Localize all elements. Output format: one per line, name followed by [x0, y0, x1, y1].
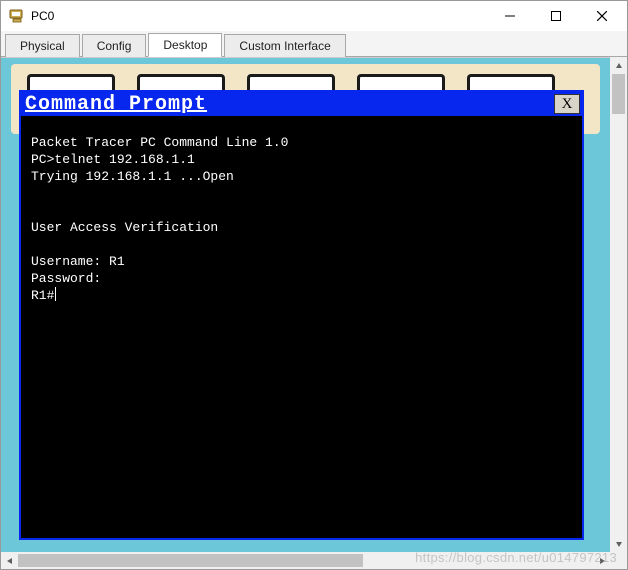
terminal-cursor	[55, 287, 56, 301]
tab-label: Config	[97, 39, 132, 53]
terminal-line: User Access Verification	[31, 220, 218, 235]
command-prompt-window: Command Prompt X Packet Tracer PC Comman…	[19, 90, 584, 540]
pc-icon	[9, 8, 25, 24]
minimize-button[interactable]	[487, 1, 533, 31]
scroll-corner	[610, 552, 627, 569]
tab-custom-interface[interactable]: Custom Interface	[224, 34, 345, 57]
vertical-scrollbar[interactable]	[610, 57, 627, 552]
titlebar[interactable]: PC0	[1, 1, 627, 31]
scroll-down-button[interactable]	[610, 535, 627, 552]
window-title: PC0	[31, 9, 487, 23]
command-prompt-title: Command Prompt	[25, 93, 554, 116]
client-area: Command Prompt X Packet Tracer PC Comman…	[1, 57, 627, 569]
terminal-line: Trying 192.168.1.1 ...Open	[31, 169, 234, 184]
tab-row: Physical Config Desktop Custom Interface	[1, 31, 627, 57]
scroll-track-v[interactable]	[610, 74, 627, 535]
tab-desktop[interactable]: Desktop	[148, 33, 222, 57]
terminal-line: Username: R1	[31, 254, 125, 269]
horizontal-scrollbar[interactable]	[1, 552, 610, 569]
terminal[interactable]: Packet Tracer PC Command Line 1.0 PC>tel…	[21, 116, 582, 538]
close-button[interactable]	[579, 1, 625, 31]
terminal-line: PC>telnet 192.168.1.1	[31, 152, 195, 167]
scroll-up-button[interactable]	[610, 57, 627, 74]
terminal-prompt: R1#	[31, 288, 54, 303]
maximize-button[interactable]	[533, 1, 579, 31]
terminal-line: Password:	[31, 271, 101, 286]
tab-label: Physical	[20, 39, 65, 53]
close-label: X	[562, 96, 573, 113]
tab-label: Custom Interface	[239, 39, 330, 53]
app-window: PC0 Physical Config Desktop Custom Inter…	[0, 0, 628, 570]
command-prompt-close-button[interactable]: X	[554, 94, 580, 114]
tab-physical[interactable]: Physical	[5, 34, 80, 57]
terminal-line: Packet Tracer PC Command Line 1.0	[31, 135, 288, 150]
scroll-left-button[interactable]	[1, 552, 18, 569]
tab-label: Desktop	[163, 38, 207, 52]
scroll-track-h[interactable]	[18, 552, 593, 569]
command-prompt-titlebar[interactable]: Command Prompt X	[21, 92, 582, 116]
tab-config[interactable]: Config	[82, 34, 147, 57]
scroll-thumb-v[interactable]	[612, 74, 625, 114]
window-controls	[487, 1, 625, 31]
desktop-area: Command Prompt X Packet Tracer PC Comman…	[1, 57, 610, 552]
scroll-right-button[interactable]	[593, 552, 610, 569]
scroll-thumb-h[interactable]	[18, 554, 363, 567]
